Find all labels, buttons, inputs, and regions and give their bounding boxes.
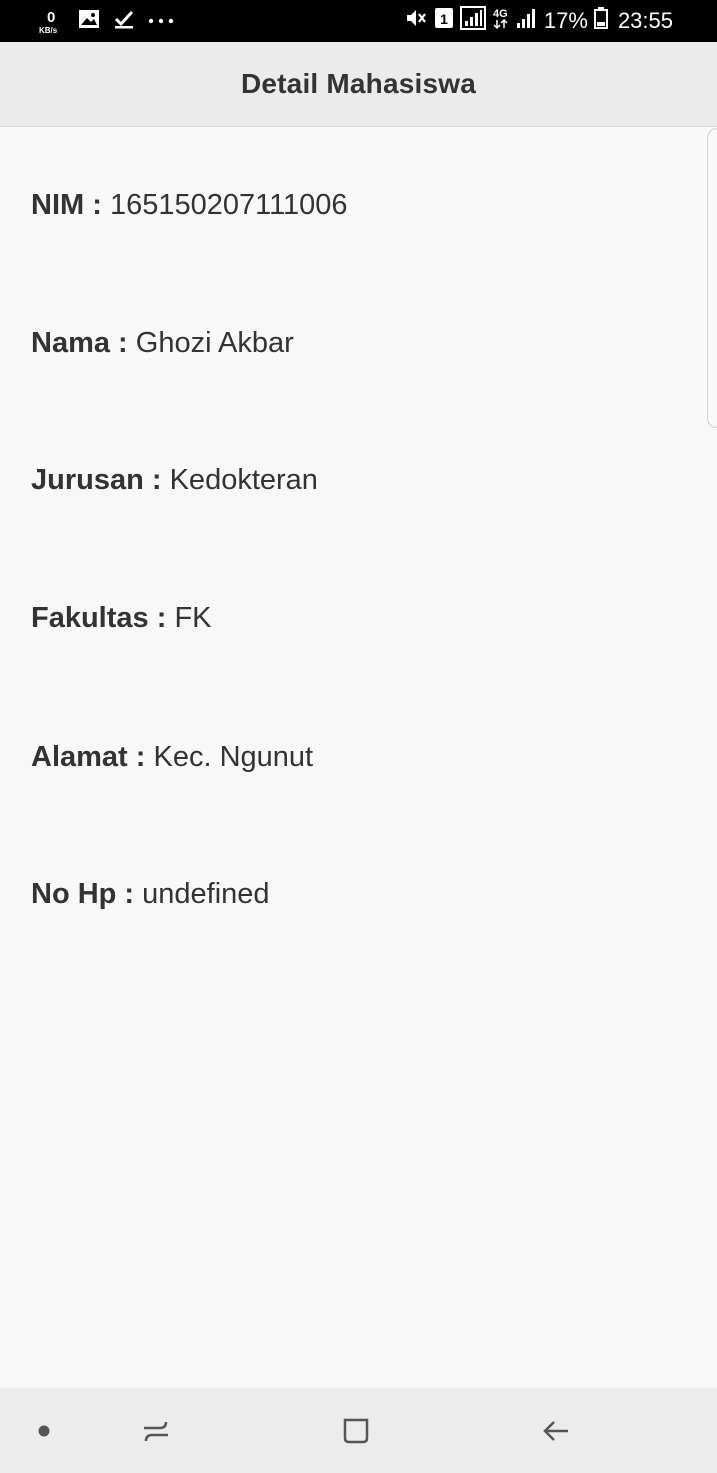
more-dots-icon: [148, 12, 174, 30]
scroll-indicator[interactable]: [707, 128, 717, 428]
mute-icon: [404, 7, 428, 35]
status-right: 1 4G 17% 23:55: [404, 0, 673, 42]
detail-row-nohp: No Hp : undefined: [31, 876, 270, 912]
clock: 23:55: [617, 8, 673, 33]
nohp-value: undefined: [142, 878, 270, 910]
detail-row-nim: NIM : 165150207111006: [31, 187, 348, 223]
fakultas-label: Fakultas :: [31, 602, 167, 634]
dot-icon[interactable]: [24, 1388, 64, 1473]
status-left: 0 KB/s: [38, 0, 174, 42]
jurusan-value: Kedokteran: [169, 464, 318, 496]
signal-bars-icon: [516, 7, 538, 35]
network-type: 4G: [492, 6, 510, 36]
detail-row-alamat: Alamat : Kec. Ngunut: [31, 739, 313, 775]
net-speed: 0 KB/s: [38, 4, 64, 38]
nohp-label: No Hp :: [31, 878, 135, 910]
gallery-icon: [78, 9, 100, 34]
alamat-label: Alamat :: [31, 741, 146, 773]
detail-row-fakultas: Fakultas : FK: [31, 600, 212, 636]
nama-value: Ghozi Akbar: [135, 327, 294, 359]
nim-value: 165150207111006: [109, 189, 348, 221]
status-bar: 0 KB/s 1 4G 17% 23:55: [0, 0, 717, 42]
app-header: Detail Mahasiswa: [0, 42, 717, 127]
sim-icon: 1: [434, 7, 454, 35]
net-speed-value: 0: [47, 9, 56, 26]
fakultas-value: FK: [174, 602, 212, 634]
detail-row-nama: Nama : Ghozi Akbar: [31, 325, 294, 361]
back-icon[interactable]: [526, 1388, 586, 1473]
net-speed-unit: KB/s: [39, 26, 58, 35]
battery-percent: 17%: [543, 8, 588, 33]
nama-label: Nama :: [31, 327, 128, 359]
nim-label: NIM :: [31, 189, 102, 221]
battery-icon: [593, 7, 608, 35]
sim-badge: 1: [440, 11, 448, 27]
navigation-bar: [0, 1388, 717, 1473]
jurusan-label: Jurusan :: [31, 464, 162, 496]
svg-text:4G: 4G: [493, 8, 508, 20]
alamat-value: Kec. Ngunut: [153, 741, 314, 773]
signal-icon: [459, 6, 486, 36]
checkmark-icon: [114, 9, 134, 34]
home-icon[interactable]: [326, 1388, 386, 1473]
detail-row-jurusan: Jurusan : Kedokteran: [31, 462, 318, 498]
page-title: Detail Mahasiswa: [240, 68, 477, 99]
recents-icon[interactable]: [126, 1388, 186, 1473]
